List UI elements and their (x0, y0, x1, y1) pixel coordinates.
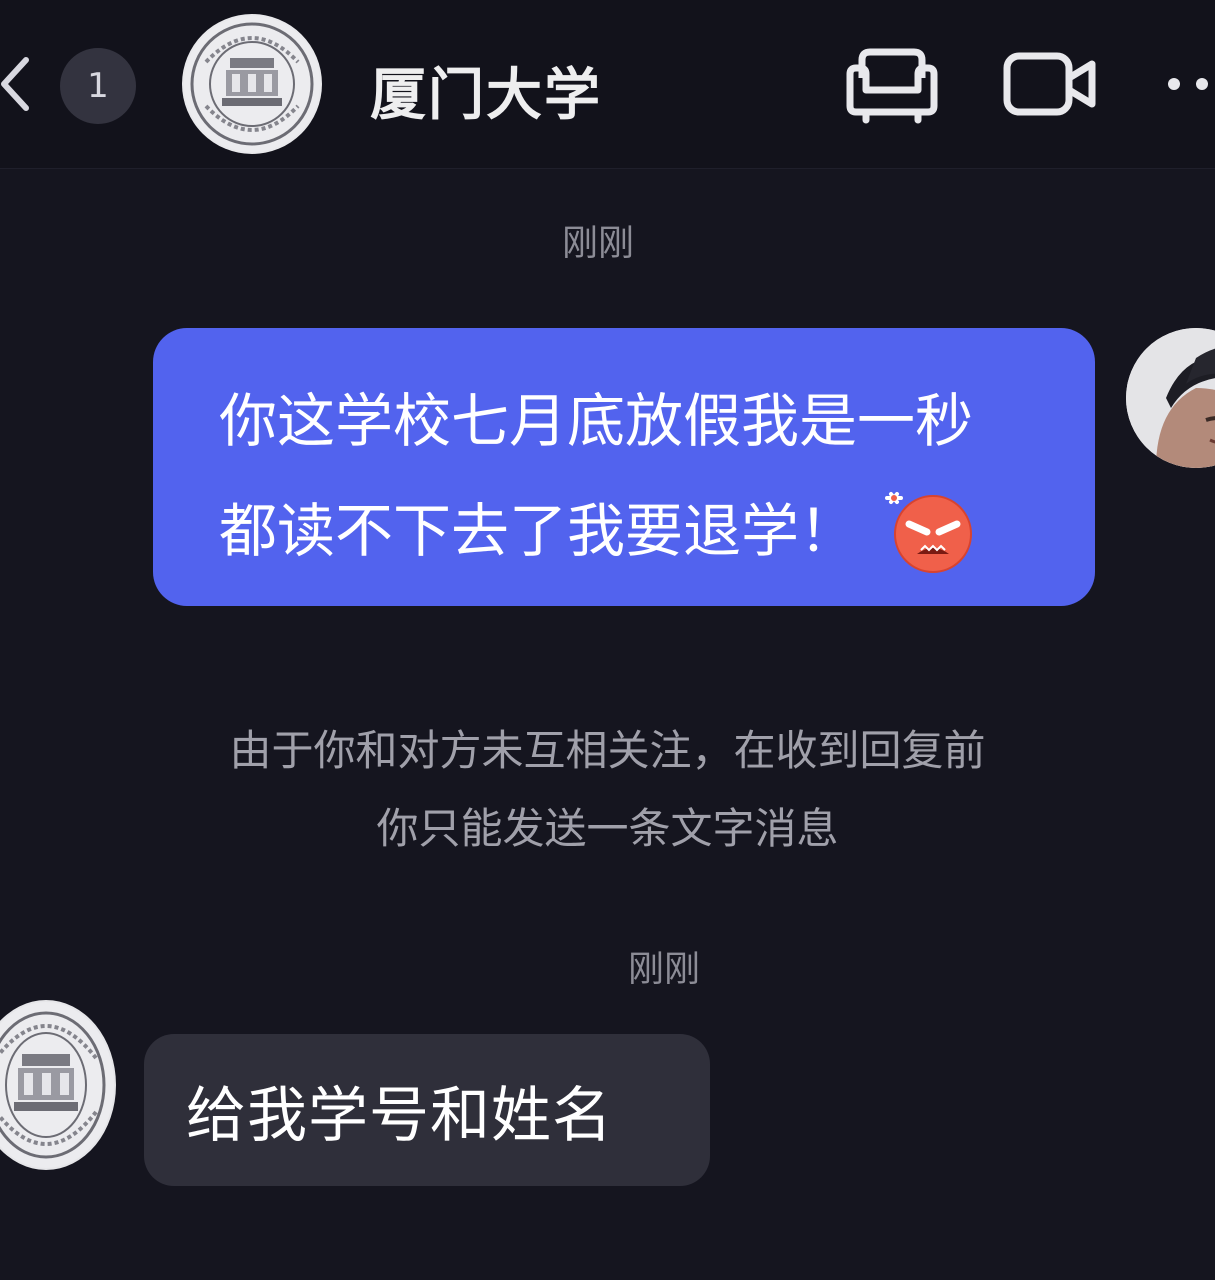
message-timestamp: 刚刚 (628, 949, 701, 990)
sofa-icon (846, 48, 938, 124)
sofa-button[interactable] (842, 44, 942, 124)
chevron-left-icon (1, 57, 29, 111)
message-text-line-with-emoji: 都读不下去了我要退学！ (219, 472, 1035, 590)
chat-header: 1 厦门大学 (0, 0, 1215, 169)
angry-face-icon (883, 484, 981, 574)
notice-line: 由于你和对方未互相关注，在收到回复前 (229, 726, 986, 775)
incoming-message-bubble[interactable]: 给我学号和姓名 (144, 1034, 710, 1186)
contact-avatar[interactable] (0, 1000, 116, 1170)
notice-line: 你只能发送一条文字消息 (376, 804, 839, 853)
video-camera-icon (1003, 52, 1096, 116)
more-dots-icon (1168, 78, 1208, 90)
outgoing-message-bubble[interactable]: 你这学校七月底放假我是一秒 都读不下去了我要退学！ (153, 328, 1095, 606)
my-avatar[interactable] (1126, 328, 1215, 468)
message-text-line: 都读不下去了我要退学！ (219, 497, 858, 565)
message-text: 给我学号和姓名 (186, 1080, 613, 1151)
unread-count-badge[interactable]: 1 (60, 48, 136, 124)
more-options-button[interactable] (1160, 64, 1215, 104)
follow-restriction-notice: 由于你和对方未互相关注，在收到回复前 你只能发送一条文字消息 (0, 712, 1215, 868)
university-seal-icon (0, 1002, 114, 1168)
message-text-line: 你这学校七月底放假我是一秒 (219, 387, 974, 455)
chat-screen: 1 厦门大学 刚刚 你这学校七月底放假我是一秒 都读不下去了我要退学！ 由于你和… (0, 0, 1215, 1280)
chat-avatar[interactable] (182, 14, 322, 154)
message-timestamp: 刚刚 (562, 223, 635, 264)
chat-title: 厦门大学 (370, 63, 602, 128)
video-call-button[interactable] (1002, 48, 1098, 120)
user-avatar-icon (1126, 328, 1215, 468)
back-button[interactable] (0, 52, 36, 116)
university-seal-icon (184, 16, 320, 152)
